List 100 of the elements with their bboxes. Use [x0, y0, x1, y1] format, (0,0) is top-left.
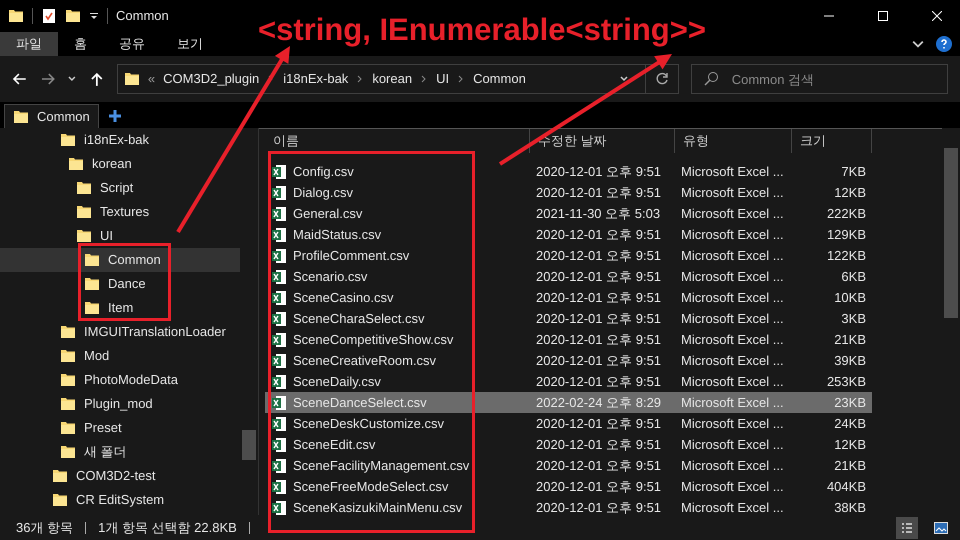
tree-item[interactable]: Textures — [0, 200, 240, 224]
date-cell-text: 2020-12-01 오후 9:51 — [535, 288, 662, 307]
file-row[interactable]: MaidStatus.csv 2020-12-01 오후 9:51 Microsoft Excel ... 129KB — [265, 224, 872, 245]
file-row[interactable]: SceneCasino.csv 2020-12-01 오후 9:51 Microsoft Excel ... 10KB — [265, 287, 872, 308]
spreadsheet-icon — [271, 290, 287, 306]
forward-arrow-icon[interactable] — [40, 71, 56, 87]
tree-item[interactable]: Plugin_mod — [0, 392, 240, 416]
file-row[interactable]: SceneCreativeRoom.csv 2020-12-01 오후 9:51 Microsoft Excel ... 39KB — [265, 350, 872, 371]
spreadsheet-icon — [271, 268, 287, 284]
file-row[interactable]: SceneKasizukiMainMenu.csv 2020-12-01 오후 9:51 Microsoft Excel ... 38KB — [265, 497, 872, 518]
spreadsheet-icon — [271, 416, 287, 432]
close-icon — [932, 11, 942, 21]
spreadsheet-icon — [271, 226, 287, 242]
file-row[interactable]: SceneFreeModeSelect.csv 2020-12-01 오후 9:51 Microsoft Excel ... 404KB — [265, 476, 872, 497]
chevron-right-icon — [356, 75, 364, 83]
folder-icon — [60, 396, 76, 412]
help-icon[interactable] — [936, 36, 952, 52]
tree-item[interactable]: Dance — [0, 272, 240, 296]
annotation-text: <string, IEnumerable<string>> — [258, 14, 706, 45]
type-cell-text: Microsoft Excel ... — [680, 414, 785, 433]
file-row[interactable]: General.csv 2021-11-30 오후 5:03 Microsoft Excel ... 222KB — [265, 203, 872, 224]
type-cell-text: Microsoft Excel ... — [680, 162, 785, 181]
ribbon-tab[interactable]: 보기 — [161, 32, 219, 56]
tree-item[interactable]: UI — [0, 224, 240, 248]
tree-item[interactable]: CR EditSystem — [0, 488, 240, 512]
back-arrow-icon[interactable] — [12, 71, 28, 87]
type-cell-text: Microsoft Excel ... — [680, 372, 785, 391]
folder-icon — [60, 324, 76, 340]
checklist-icon[interactable] — [41, 8, 57, 24]
tree-item[interactable]: Preset — [0, 416, 240, 440]
breadcrumb[interactable]: i18nEx-bak — [283, 69, 348, 89]
file-row[interactable]: SceneDanceSelect.csv 2022-02-24 오후 8:29 Microsoft Excel ... 23KB — [265, 392, 872, 413]
tree-item[interactable]: IMGUITranslationLoader — [0, 320, 240, 344]
file-row[interactable]: SceneCharaSelect.csv 2020-12-01 오후 9:51 Microsoft Excel ... 3KB — [265, 308, 872, 329]
spreadsheet-icon — [271, 206, 287, 222]
folder-icon — [84, 300, 100, 316]
file-name: Scenario.csv — [293, 268, 368, 286]
tree-item[interactable]: COM3D2-test — [0, 464, 240, 488]
file-name: SceneEdit.csv — [293, 436, 376, 454]
type-cell-text: Microsoft Excel ... — [680, 478, 785, 496]
tree-item[interactable]: PhotoModeData — [0, 368, 240, 392]
tree-item[interactable]: Item — [0, 296, 240, 320]
tree-item[interactable]: korean — [0, 152, 240, 176]
tree-item[interactable]: Mod — [0, 344, 240, 368]
column-header[interactable]: 유형 — [675, 129, 792, 153]
breadcrumb[interactable]: korean — [372, 69, 412, 89]
tree-item[interactable]: i18nEx-bak — [0, 128, 240, 152]
file-row[interactable]: ProfileComment.csv 2020-12-01 오후 9:51 Microsoft Excel ... 122KB — [265, 245, 872, 266]
plus-icon[interactable] — [107, 108, 123, 124]
file-name: SceneCreativeRoom.csv — [293, 352, 436, 370]
folder-icon — [13, 108, 29, 124]
scrollbar-thumb[interactable] — [944, 148, 958, 318]
file-row[interactable]: SceneFacilityManagement.csv 2020-12-01 오후 9:51 Microsoft Excel ... 21KB — [265, 455, 872, 476]
column-header[interactable]: 크기 — [792, 129, 872, 153]
chevron-down-icon[interactable] — [912, 38, 924, 50]
breadcrumb[interactable]: UI — [436, 69, 450, 89]
tree-item[interactable]: 새 폴더 — [0, 440, 240, 464]
folder-icon — [60, 348, 76, 364]
tree-item[interactable]: Common — [0, 248, 240, 272]
address-bar[interactable]: « COM3D2_plugin i18nEx-bak korean UI Common — [116, 64, 679, 94]
file-row[interactable]: Dialog.csv 2020-12-01 오후 9:51 Microsoft Excel ... 12KB — [265, 182, 872, 203]
ribbon-tab[interactable]: 파일 — [0, 32, 58, 56]
date-cell-text: 2021-11-30 오후 5:03 — [535, 204, 662, 223]
file-name: SceneDaily.csv — [293, 372, 381, 391]
file-row[interactable]: SceneDeskCustomize.csv 2020-12-01 오후 9:51 Microsoft Excel ... 24KB — [265, 413, 872, 434]
ribbon-tab[interactable]: 공유 — [103, 32, 161, 56]
folder-tab[interactable]: Common — [4, 104, 99, 128]
chevron-down-icon[interactable] — [67, 74, 78, 84]
breadcrumb[interactable]: COM3D2_plugin — [163, 69, 260, 89]
type-cell-text: Microsoft Excel ... — [680, 288, 785, 307]
folder-icon — [60, 420, 76, 436]
file-row[interactable]: SceneCompetitiveShow.csv 2020-12-01 오후 9:51 Microsoft Excel ... 21KB — [265, 329, 872, 350]
type-cell-text: Microsoft Excel ... — [680, 352, 785, 370]
size-cell-text: 253KB — [826, 372, 867, 391]
overflow-mark[interactable]: « — [148, 69, 156, 89]
file-row[interactable]: SceneEdit.csv 2020-12-01 오후 9:51 Microsoft Excel ... 12KB — [265, 434, 872, 455]
file-row[interactable]: Scenario.csv 2020-12-01 오후 9:51 Microsoft Excel ... 6KB — [265, 266, 872, 287]
column-header[interactable]: 이름 — [265, 129, 530, 153]
up-arrow-icon[interactable] — [89, 71, 105, 87]
type-cell-text: Microsoft Excel ... — [680, 268, 785, 286]
dropdown-icon[interactable] — [89, 11, 99, 21]
ribbon-tab[interactable]: 홈 — [58, 32, 103, 56]
refresh-icon[interactable] — [654, 71, 670, 87]
file-row[interactable]: Config.csv 2020-12-01 오후 9:51 Microsoft Excel ... 7KB — [265, 161, 872, 182]
scrollbar-thumb[interactable] — [242, 430, 256, 460]
details-view-button[interactable] — [896, 516, 918, 538]
size-cell-text: 7KB — [840, 162, 867, 181]
image-icon — [934, 522, 948, 534]
file-row[interactable]: SceneDaily.csv 2020-12-01 오후 9:51 Microsoft Excel ... 253KB — [265, 371, 872, 392]
size-cell-text: 222KB — [826, 204, 867, 223]
chevron-down-icon[interactable] — [618, 74, 629, 84]
spreadsheet-icon — [271, 164, 287, 180]
date-cell-text: 2020-12-01 오후 9:51 — [535, 498, 662, 517]
search-field[interactable]: Common 검색 — [690, 64, 948, 94]
breadcrumb[interactable]: Common — [473, 69, 526, 89]
file-name: MaidStatus.csv — [293, 226, 382, 244]
date-cell-text: 2020-12-01 오후 9:51 — [535, 310, 662, 328]
folder-icon — [65, 8, 81, 24]
chevron-right-icon — [420, 75, 428, 83]
tree-item[interactable]: Script — [0, 176, 240, 200]
